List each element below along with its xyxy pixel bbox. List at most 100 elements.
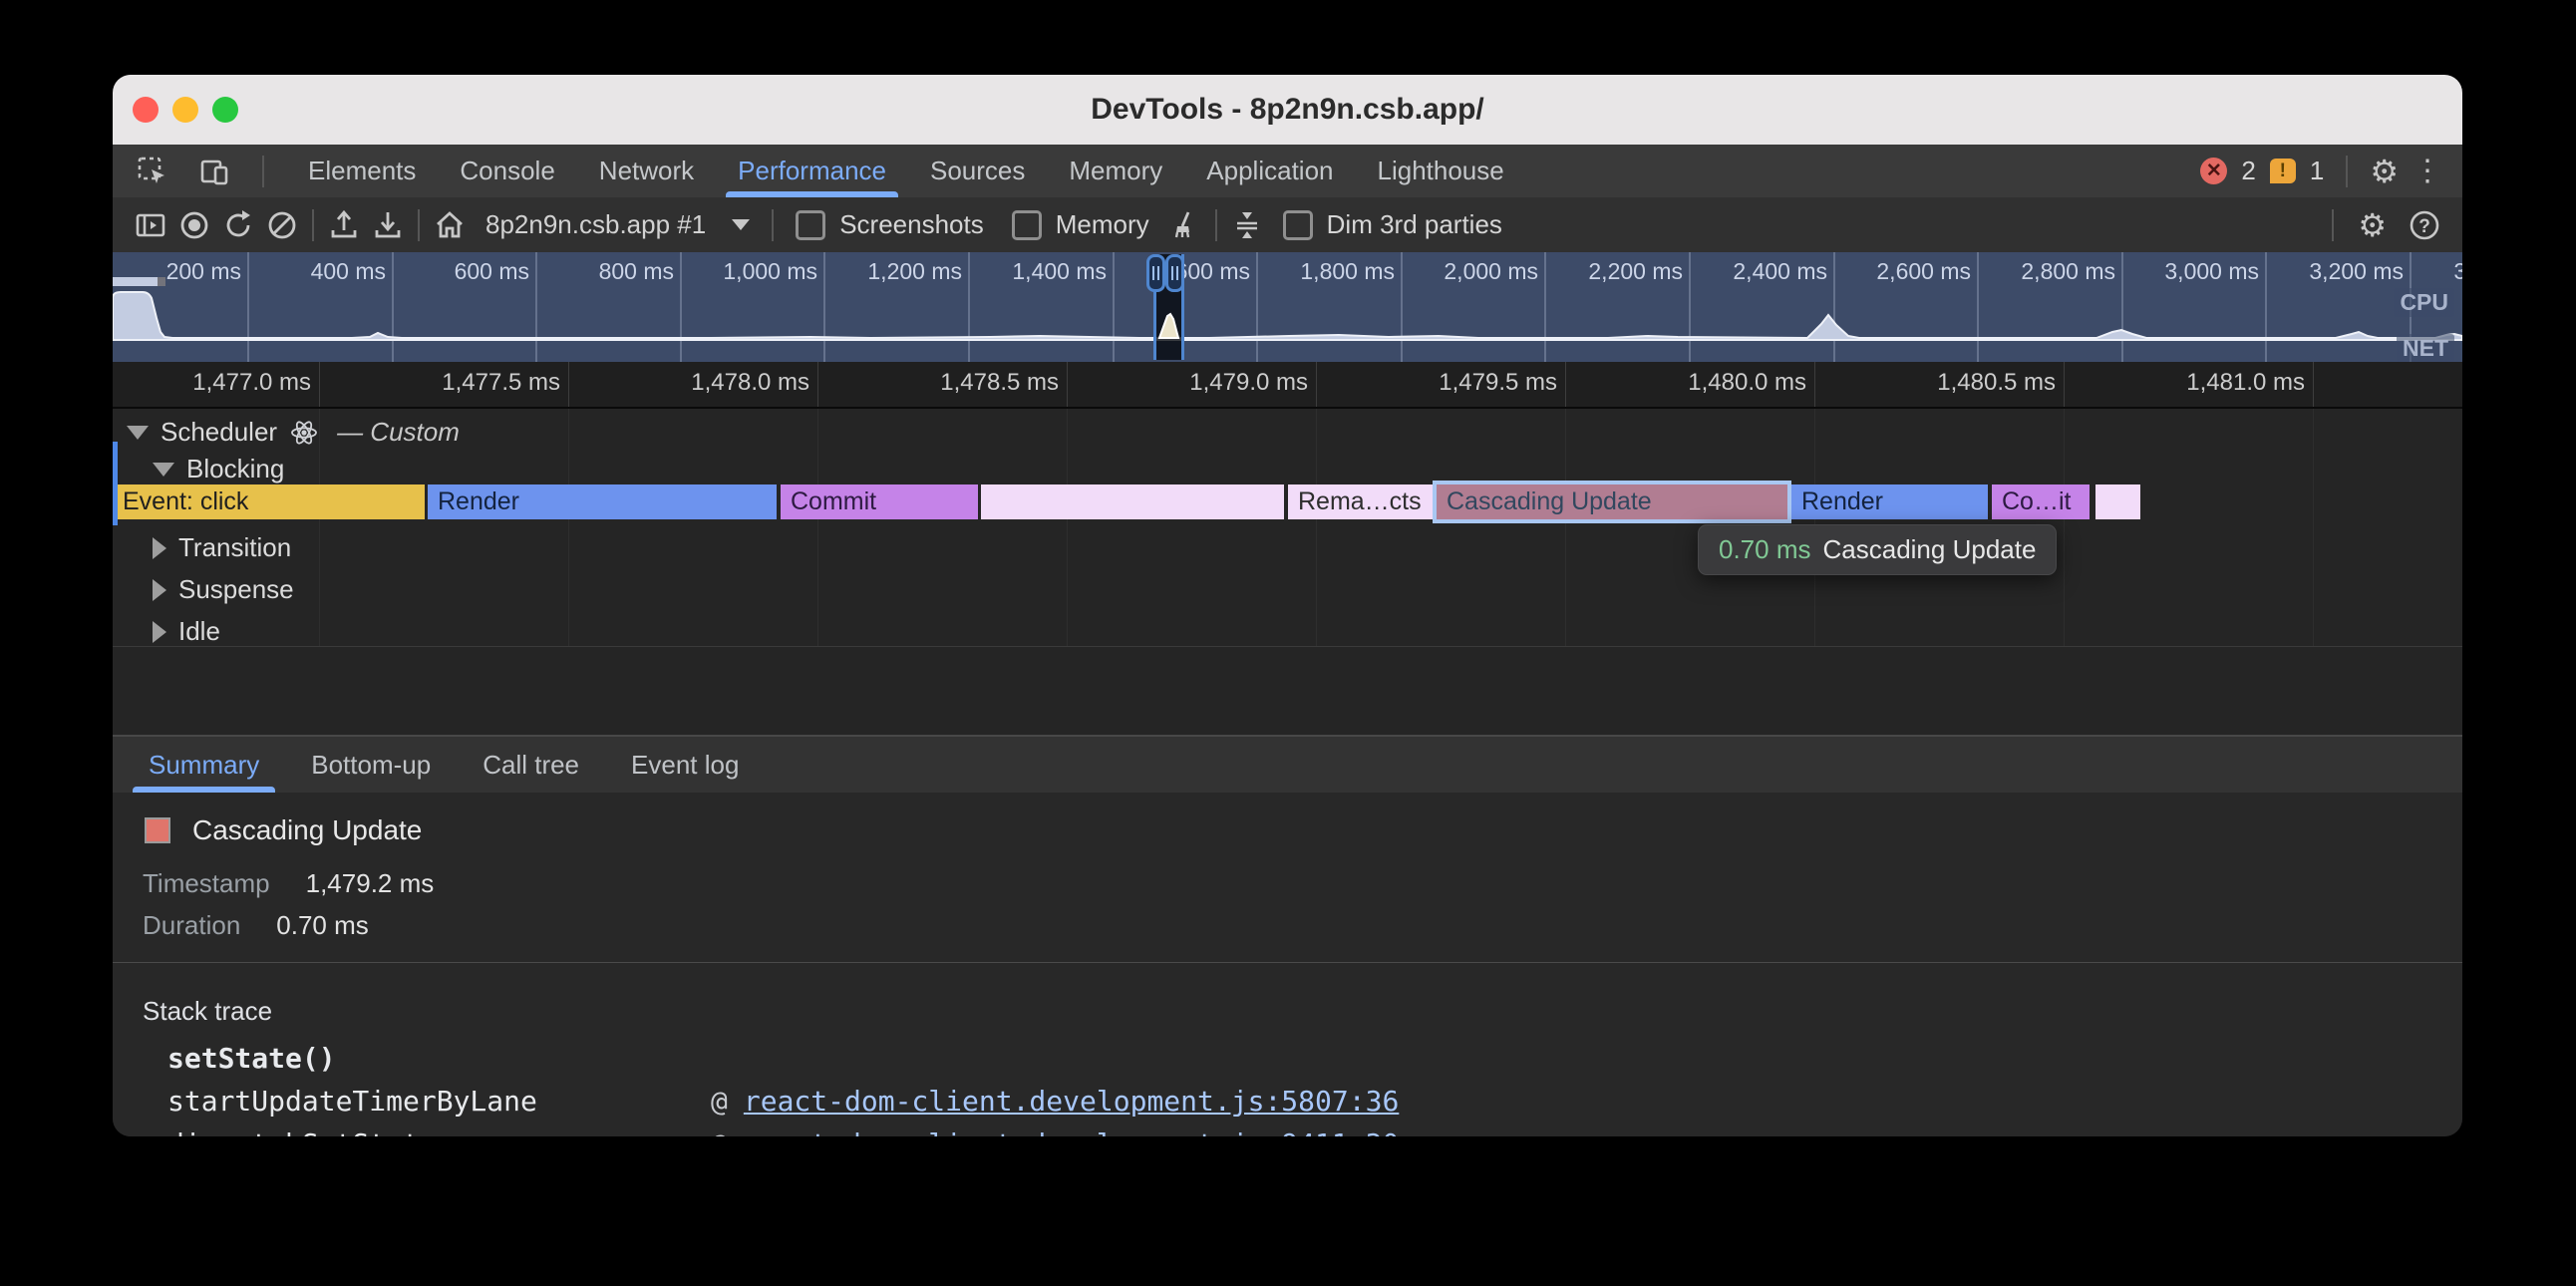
record-and-reload-button[interactable] xyxy=(216,203,260,247)
details-tab-summary[interactable]: Summary xyxy=(123,737,285,793)
summary-header: Cascading Update xyxy=(145,814,422,846)
tabbar-left-tools xyxy=(113,150,286,193)
ruler-tick-label: 1,477.5 ms xyxy=(341,369,560,397)
expand-triangle-icon[interactable] xyxy=(153,621,166,643)
collapse-triangle-icon[interactable] xyxy=(153,463,174,477)
tab-sources[interactable]: Sources xyxy=(908,145,1047,197)
tab-lighthouse[interactable]: Lighthouse xyxy=(1356,145,1526,197)
devtools-window: DevTools - 8p2n9n.csb.app/ xyxy=(113,75,2462,1136)
track-blocking[interactable]: Blocking xyxy=(153,454,284,484)
ruler-gridline xyxy=(1316,362,1317,407)
tab-application[interactable]: Application xyxy=(1184,145,1355,197)
dim-3rd-parties-checkbox[interactable]: Dim 3rd parties xyxy=(1283,209,1502,240)
tab-memory[interactable]: Memory xyxy=(1047,145,1184,197)
toggle-sidebar-icon[interactable] xyxy=(129,203,172,247)
selection-right-handle[interactable] xyxy=(1165,254,1184,292)
flame-chart[interactable]: Scheduler — Custom Blocking Event: click… xyxy=(113,409,2462,735)
ruler-gridline xyxy=(568,362,569,407)
devtools-tabbar: ElementsConsoleNetworkPerformanceSources… xyxy=(113,145,2462,197)
track-suspense[interactable]: Suspense xyxy=(153,574,294,605)
settings-gear-icon[interactable]: ⚙ xyxy=(2370,156,2399,187)
selection-cpu-spike xyxy=(1157,310,1181,340)
flame-event-event-click[interactable]: Event: click xyxy=(113,484,425,519)
track-transition[interactable]: Transition xyxy=(153,532,291,563)
ruler-tick-label: 1,480.5 ms xyxy=(1836,369,2056,397)
collapse-triangle-icon[interactable] xyxy=(127,426,149,440)
flame-event-co-it[interactable]: Co…it xyxy=(1992,484,2090,519)
stack-location: @ react-dom-client.development.js:5807:36 xyxy=(711,1085,1399,1118)
expand-triangle-icon[interactable] xyxy=(153,537,166,559)
toolbar-right-cluster: ⚙ ? xyxy=(2324,203,2446,247)
memory-label: Memory xyxy=(1056,209,1149,240)
flame-event-render[interactable]: Render xyxy=(428,484,777,519)
tooltip-duration: 0.70 ms xyxy=(1719,534,1811,564)
field-value: 0.70 ms xyxy=(276,910,369,941)
home-icon[interactable] xyxy=(428,203,472,247)
timeline-overview[interactable]: 200 ms400 ms600 ms800 ms1,000 ms1,200 ms… xyxy=(113,252,2462,362)
track-scheduler-suffix: — Custom xyxy=(337,417,460,448)
summary-pane: Cascading Update Timestamp1,479.2 msDura… xyxy=(113,793,2462,1136)
error-badge-icon[interactable]: ✕ xyxy=(2200,158,2227,184)
source-link[interactable]: react-dom-client.development.js:5807:36 xyxy=(744,1085,1399,1118)
selection-left-handle[interactable] xyxy=(1146,254,1165,292)
flame-gridline xyxy=(817,409,818,646)
flame-event[interactable] xyxy=(981,484,1284,519)
at-symbol: @ xyxy=(711,1127,728,1136)
track-scheduler[interactable]: Scheduler — Custom xyxy=(127,417,460,448)
save-profile-icon[interactable] xyxy=(366,203,410,247)
ruler-tick-label: 1,479.0 ms xyxy=(1089,369,1308,397)
chevron-down-icon xyxy=(732,219,750,230)
at-symbol: @ xyxy=(711,1085,728,1118)
details-tab-call-tree[interactable]: Call tree xyxy=(457,737,605,793)
screenshots-checkbox[interactable]: Screenshots xyxy=(796,209,984,240)
tab-console[interactable]: Console xyxy=(438,145,576,197)
flame-event-render[interactable]: Render xyxy=(1791,484,1988,519)
expand-triangle-icon[interactable] xyxy=(153,579,166,601)
source-link[interactable]: react-dom-client.development.js:9411:30 xyxy=(744,1127,1399,1136)
flame-gridline xyxy=(2313,409,2314,646)
device-toolbar-icon[interactable] xyxy=(192,150,236,193)
load-profile-icon[interactable] xyxy=(322,203,366,247)
more-options-icon[interactable]: ⋮ xyxy=(2413,157,2442,186)
tab-elements[interactable]: Elements xyxy=(286,145,438,197)
flame-gridline xyxy=(2064,409,2065,646)
error-count[interactable]: 2 xyxy=(2241,156,2255,186)
record-button[interactable] xyxy=(172,203,216,247)
stack-trace-title: Stack trace xyxy=(143,996,272,1027)
titlebar: DevTools - 8p2n9n.csb.app/ xyxy=(113,75,2462,146)
details-tab-bottom-up[interactable]: Bottom-up xyxy=(285,737,457,793)
details-tab-event-log[interactable]: Event log xyxy=(605,737,765,793)
collect-garbage-icon[interactable] xyxy=(1163,203,1207,247)
track-suspense-label: Suspense xyxy=(178,574,294,605)
tab-network[interactable]: Network xyxy=(577,145,716,197)
warning-badge-icon[interactable]: ! xyxy=(2270,159,2296,183)
memory-checkbox[interactable]: Memory xyxy=(1012,209,1149,240)
stack-function-name: dispatchSetState xyxy=(167,1127,437,1136)
stack-frame: dispatchSetState@react-dom-client.develo… xyxy=(167,1127,437,1136)
collapse-tracks-icon[interactable] xyxy=(1225,203,1269,247)
inspect-element-icon[interactable] xyxy=(131,150,174,193)
help-icon[interactable]: ? xyxy=(2403,203,2446,247)
summary-field-duration: Duration0.70 ms xyxy=(143,910,369,941)
checkbox-box xyxy=(1012,210,1042,240)
history-selector-value: 8p2n9n.csb.app #1 xyxy=(485,209,706,240)
flame-bottom-divider xyxy=(113,646,2462,647)
selected-track-indicator xyxy=(113,442,118,525)
clear-button[interactable] xyxy=(260,203,304,247)
track-idle[interactable]: Idle xyxy=(153,616,220,647)
tab-performance[interactable]: Performance xyxy=(716,145,908,197)
flame-event-rema-cts[interactable]: Rema…cts xyxy=(1288,484,1433,519)
history-selector[interactable]: 8p2n9n.csb.app #1 xyxy=(472,209,764,240)
ruler-gridline xyxy=(2313,362,2314,407)
flame-event-cascading-update[interactable]: Cascading Update xyxy=(1437,484,1787,519)
warning-count[interactable]: 1 xyxy=(2310,156,2324,186)
ruler-tick-label: 1,480.0 ms xyxy=(1587,369,1806,397)
track-blocking-label: Blocking xyxy=(186,454,284,484)
ruler-gridline xyxy=(817,362,818,407)
summary-divider xyxy=(113,962,2462,963)
flame-event-commit[interactable]: Commit xyxy=(781,484,978,519)
ruler-gridline xyxy=(2064,362,2065,407)
capture-settings-gear-icon[interactable]: ⚙ xyxy=(2358,209,2387,241)
ruler-tick-label: 1,479.5 ms xyxy=(1338,369,1557,397)
flame-event[interactable] xyxy=(2095,484,2140,519)
